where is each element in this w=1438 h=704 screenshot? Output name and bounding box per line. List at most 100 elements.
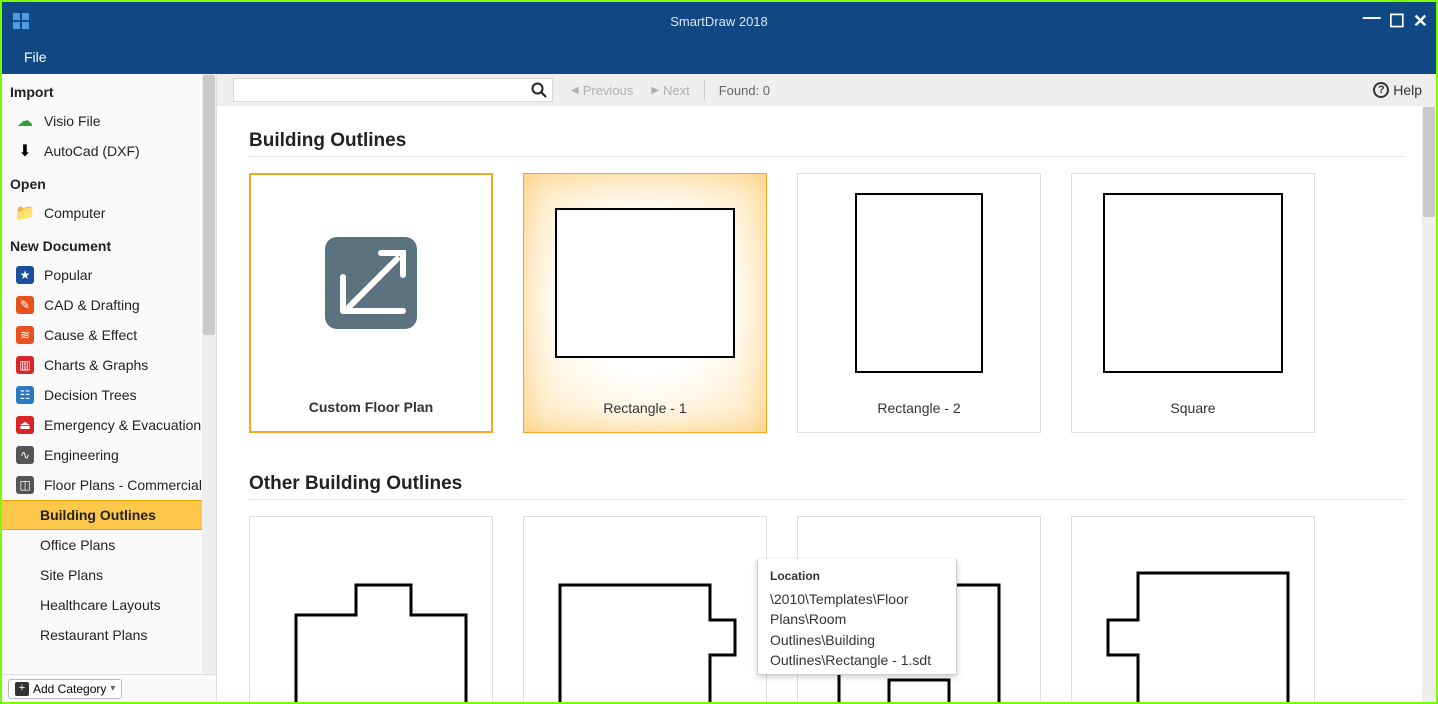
fishbone-icon: ≋ [16,326,34,344]
sidebar-item-label: Building Outlines [40,507,156,523]
location-tooltip: Location \2010\Templates\Floor Plans\Roo… [757,559,957,675]
template-label: Rectangle - 2 [877,400,960,416]
add-category-label: Add Category [33,682,106,696]
template-card-other1[interactable] [249,516,493,702]
sidebar-item-label: Floor Plans - Commercial [44,477,202,493]
sidebar-item-label: Popular [44,267,92,283]
menu-file[interactable]: File [24,49,47,65]
add-category-bar: + Add Category ▾ [2,674,216,702]
sidebar-item-popular[interactable]: ★ Popular [2,260,216,290]
sidebar-item-visio[interactable]: ☁ Visio File [2,106,216,136]
template-thumb [524,174,766,392]
template-thumb [251,175,491,391]
divider [249,499,1404,500]
template-label: Custom Floor Plan [309,399,433,415]
chevron-down-icon: ▾ [110,683,115,694]
template-card-rect1[interactable]: Rectangle - 1 [523,173,767,433]
search-toolbar: ◀ Previous ▶ Next Found: 0 ? Help [217,74,1436,106]
add-category-button[interactable]: + Add Category ▾ [8,679,122,699]
template-card-square[interactable]: Square [1071,173,1315,433]
sidebar-section-open: Open [2,166,216,198]
sidebar-section-newdoc: New Document [2,228,216,260]
app-title: SmartDraw 2018 [670,14,768,29]
sidebar-item-computer[interactable]: 📁 Computer [2,198,216,228]
sidebar-sub-site-plans[interactable]: Site Plans [2,560,216,590]
triangle-left-icon: ◀ [571,85,579,96]
sidebar-item-label: Office Plans [40,537,115,553]
minimize-button[interactable]: — [1363,8,1381,26]
template-thumb [1072,517,1314,702]
template-gallery: Building Outlines Custom Floor Plan Rect… [217,106,1436,702]
previous-button[interactable]: ◀ Previous [571,83,633,98]
wave-icon: ∿ [16,446,34,464]
exit-icon: ⏏ [16,416,34,434]
section-title: Building Outlines [249,130,1404,152]
sidebar-item-label: Computer [44,205,105,221]
bar-chart-icon: ▥ [16,356,34,374]
sidebar-sub-healthcare[interactable]: Healthcare Layouts [2,590,216,620]
sidebar-item-cause-effect[interactable]: ≋ Cause & Effect [2,320,216,350]
sidebar-item-cad[interactable]: ✎ CAD & Drafting [2,290,216,320]
title-bar: SmartDraw 2018 — ☐ ✕ [2,2,1436,40]
sidebar-item-emergency[interactable]: ⏏ Emergency & Evacuation [2,410,216,440]
found-count: Found: 0 [719,83,770,98]
sidebar-item-label: Site Plans [40,567,103,583]
sidebar-item-label: Decision Trees [44,387,137,403]
template-card-rect2[interactable]: Rectangle - 2 [797,173,1041,433]
separator [704,80,705,100]
sidebar: Import ☁ Visio File ⬇ AutoCad (DXF) Open… [2,74,217,702]
sidebar-item-engineering[interactable]: ∿ Engineering [2,440,216,470]
tooltip-body: \2010\Templates\Floor Plans\Room Outline… [770,589,944,670]
sidebar-item-label: Emergency & Evacuation [44,417,201,433]
sidebar-item-decision-trees[interactable]: ☷ Decision Trees [2,380,216,410]
help-icon: ? [1373,82,1389,98]
download-icon: ⬇ [16,142,34,160]
previous-label: Previous [583,83,634,98]
sidebar-item-label: Healthcare Layouts [40,597,161,613]
sidebar-sub-building-outlines[interactable]: Building Outlines [2,500,216,530]
help-label: Help [1393,82,1422,98]
next-button[interactable]: ▶ Next [651,83,689,98]
sidebar-scrollbar[interactable] [202,74,216,674]
sidebar-item-label: AutoCad (DXF) [44,143,140,159]
template-card-other4[interactable] [1071,516,1315,702]
content-area: ◀ Previous ▶ Next Found: 0 ? Help Building… [217,74,1436,702]
maximize-button[interactable]: ☐ [1389,12,1405,30]
sidebar-item-charts[interactable]: ▥ Charts & Graphs [2,350,216,380]
template-card-other2[interactable] [523,516,767,702]
sidebar-sub-office-plans[interactable]: Office Plans [2,530,216,560]
tooltip-heading: Location [770,569,944,583]
template-card-custom[interactable]: Custom Floor Plan [249,173,493,433]
folder-icon: 📁 [16,204,34,222]
next-label: Next [663,83,690,98]
sidebar-sub-restaurant[interactable]: Restaurant Plans [2,620,216,650]
app-logo-icon [2,2,40,40]
search-icon [530,81,548,99]
sidebar-item-label: Engineering [44,447,119,463]
window-controls: — ☐ ✕ [1363,12,1436,30]
section-title: Other Building Outlines [249,473,1404,495]
sidebar-item-floor-plans[interactable]: ◫Floor Plans - Commercial [2,470,216,500]
template-label: Rectangle - 1 [603,400,686,416]
sidebar-item-label: Cause & Effect [44,327,137,343]
sidebar-item-label: Charts & Graphs [44,357,148,373]
divider [249,156,1404,157]
sidebar-item-autocad[interactable]: ⬇ AutoCad (DXF) [2,136,216,166]
close-button[interactable]: ✕ [1413,12,1428,30]
search-input[interactable] [233,78,553,102]
menu-bar: File [2,40,1436,74]
gallery-scrollbar[interactable] [1422,106,1436,702]
star-icon: ★ [16,266,34,284]
template-thumb [524,517,766,702]
tree-icon: ☷ [16,386,34,404]
triangle-right-icon: ▶ [651,85,659,96]
sidebar-item-label: CAD & Drafting [44,297,140,313]
template-thumb [1072,174,1314,392]
plus-icon: + [15,682,29,696]
template-label: Square [1170,400,1215,416]
ruler-icon: ✎ [16,296,34,314]
help-button[interactable]: ? Help [1373,82,1422,98]
sidebar-item-label: Visio File [44,113,101,129]
template-thumb [798,174,1040,392]
cloud-upload-icon: ☁ [16,112,34,130]
